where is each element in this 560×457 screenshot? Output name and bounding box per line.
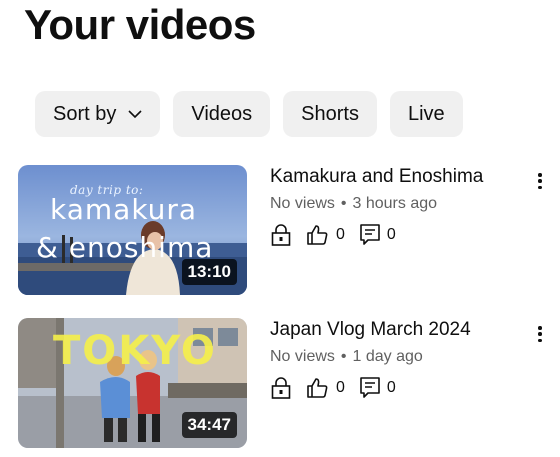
your-videos-page: Your videos Sort by Videos Shorts Live d…	[0, 0, 560, 457]
lock-icon	[271, 224, 291, 246]
sort-by-label: Sort by	[53, 102, 117, 125]
more-options-icon[interactable]	[532, 171, 548, 191]
upload-age: 1 day ago	[352, 348, 423, 365]
view-count: No views	[270, 348, 335, 365]
like-number: 0	[336, 226, 345, 243]
visibility-private[interactable]	[270, 376, 292, 400]
video-stats: 0 0	[270, 223, 530, 247]
thumbs-up-icon	[307, 225, 328, 245]
lock-icon	[271, 377, 291, 399]
video-thumbnail[interactable]: day trip to: kamakura & enoshima 13:10	[18, 165, 247, 295]
video-item[interactable]: day trip to: kamakura & enoshima 13:10 K…	[18, 165, 548, 295]
thumbs-up-icon	[307, 378, 328, 398]
separator-dot: •	[340, 348, 347, 365]
upload-age: 3 hours ago	[352, 195, 438, 212]
page-title: Your videos	[24, 1, 256, 48]
more-options-icon[interactable]	[532, 324, 548, 344]
video-duration: 13:10	[181, 259, 237, 285]
like-number: 0	[336, 379, 345, 396]
video-title[interactable]: Kamakura and Enoshima	[270, 165, 530, 189]
like-count: 0	[306, 377, 345, 399]
sort-by-button[interactable]: Sort by	[35, 91, 161, 137]
like-count: 0	[306, 224, 345, 246]
chip-live[interactable]: Live	[389, 91, 463, 137]
video-title[interactable]: Japan Vlog March 2024	[270, 318, 530, 342]
comment-icon	[360, 377, 380, 398]
view-count: No views	[270, 195, 335, 212]
comment-count: 0	[359, 376, 396, 400]
chip-shorts[interactable]: Shorts	[283, 91, 377, 137]
video-info: Japan Vlog March 2024 No views • 1 day ago	[270, 318, 530, 400]
comment-number: 0	[386, 379, 396, 396]
chip-videos[interactable]: Videos	[173, 91, 271, 137]
filter-chips: Sort by Videos Shorts Live	[35, 91, 463, 137]
comment-icon	[360, 224, 380, 245]
video-info: Kamakura and Enoshima No views • 3 hours a…	[270, 165, 530, 247]
video-meta: No views • 3 hours ago	[270, 195, 530, 213]
visibility-private[interactable]	[270, 223, 292, 247]
video-meta: No views • 1 day ago	[270, 348, 530, 366]
chevron-down-icon	[128, 109, 142, 119]
video-stats: 0 0	[270, 376, 530, 400]
separator-dot: •	[340, 195, 347, 212]
thumbnail-title-line: kamakura	[50, 193, 198, 226]
comment-number: 0	[386, 226, 396, 243]
video-item[interactable]: TOKYO 34:47 Japan Vlog March 2024 No vie…	[18, 318, 548, 448]
video-thumbnail[interactable]: TOKYO 34:47	[18, 318, 247, 448]
thumbnail-title-text: TOKYO	[53, 328, 217, 374]
video-duration: 34:47	[181, 412, 237, 438]
comment-count: 0	[359, 223, 396, 247]
